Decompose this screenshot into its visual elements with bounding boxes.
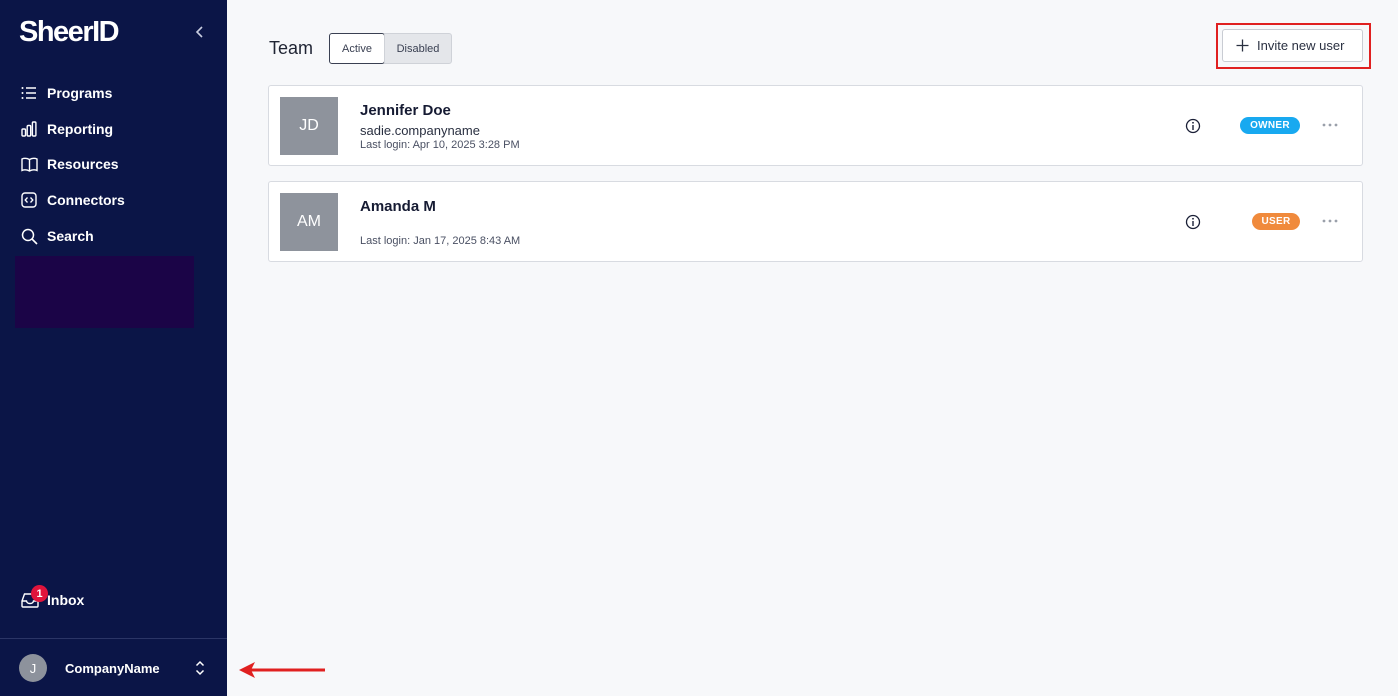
sidebar-nav: Programs Reporting Resources Connectors … [0,75,227,254]
sidebar-item-connectors[interactable]: Connectors [0,182,227,218]
annotation-arrow-icon [239,662,325,678]
search-icon [20,227,38,245]
info-icon[interactable] [1185,214,1201,230]
more-options-icon[interactable] [1321,117,1339,133]
chevron-left-icon [195,26,203,38]
list-icon [20,84,38,102]
avatar: J [19,654,47,682]
inbox-label: Inbox [47,592,85,608]
logo-text: SheerID [19,16,120,48]
invite-new-user-button[interactable]: Invite new user [1222,29,1363,62]
collapse-sidebar-button[interactable] [190,22,210,42]
user-email: sadie.companyname [360,123,480,138]
sidebar-item-label: Reporting [47,120,114,137]
chevron-up-down-icon [193,659,207,677]
user-card: AM Amanda M Last login: Jan 17, 2025 8:4… [268,181,1363,262]
role-badge-owner: OWNER [1240,117,1300,134]
promo-banner[interactable] [15,256,194,328]
status-filter: Active Disabled [329,33,452,64]
plus-icon [1235,39,1249,53]
inbox-count-badge: 1 [31,585,48,602]
filter-disabled-button[interactable]: Disabled [384,33,452,64]
sidebar: SheerID Programs Reporting Resources Con… [0,0,227,696]
filter-active-button[interactable]: Active [329,33,385,64]
role-badge-user: USER [1252,213,1300,230]
account-name: CompanyName [65,660,160,676]
user-name: Jennifer Doe [360,102,451,119]
user-name: Amanda M [360,198,436,215]
info-icon[interactable] [1185,118,1201,134]
code-icon [20,191,38,209]
bar-chart-icon [20,120,38,138]
account-switcher[interactable]: J CompanyName [19,654,209,682]
sidebar-item-search[interactable]: Search [0,218,227,254]
invite-button-label: Invite new user [1257,38,1345,53]
inbox-icon: 1 [20,585,48,610]
page-title: Team [269,38,314,58]
sidebar-item-reporting[interactable]: Reporting [0,111,227,147]
sidebar-item-label: Connectors [47,192,125,209]
user-last-login: Last login: Apr 10, 2025 3:28 PM [360,139,520,151]
user-card: JD Jennifer Doe sadie.companyname Last l… [268,85,1363,166]
sidebar-item-label: Resources [47,156,119,173]
sidebar-item-resources[interactable]: Resources [0,147,227,183]
book-icon [20,155,38,173]
more-options-icon[interactable] [1321,213,1339,229]
avatar: AM [280,193,338,251]
sidebar-item-label: Programs [47,84,113,101]
sidebar-item-inbox[interactable]: 1 Inbox [20,585,85,610]
sidebar-item-label: Search [47,228,94,245]
sidebar-item-programs[interactable]: Programs [0,75,227,111]
avatar: JD [280,97,338,155]
sheerid-logo[interactable]: SheerID [19,16,120,48]
sidebar-divider [0,638,227,639]
user-last-login: Last login: Jan 17, 2025 8:43 AM [360,235,521,247]
